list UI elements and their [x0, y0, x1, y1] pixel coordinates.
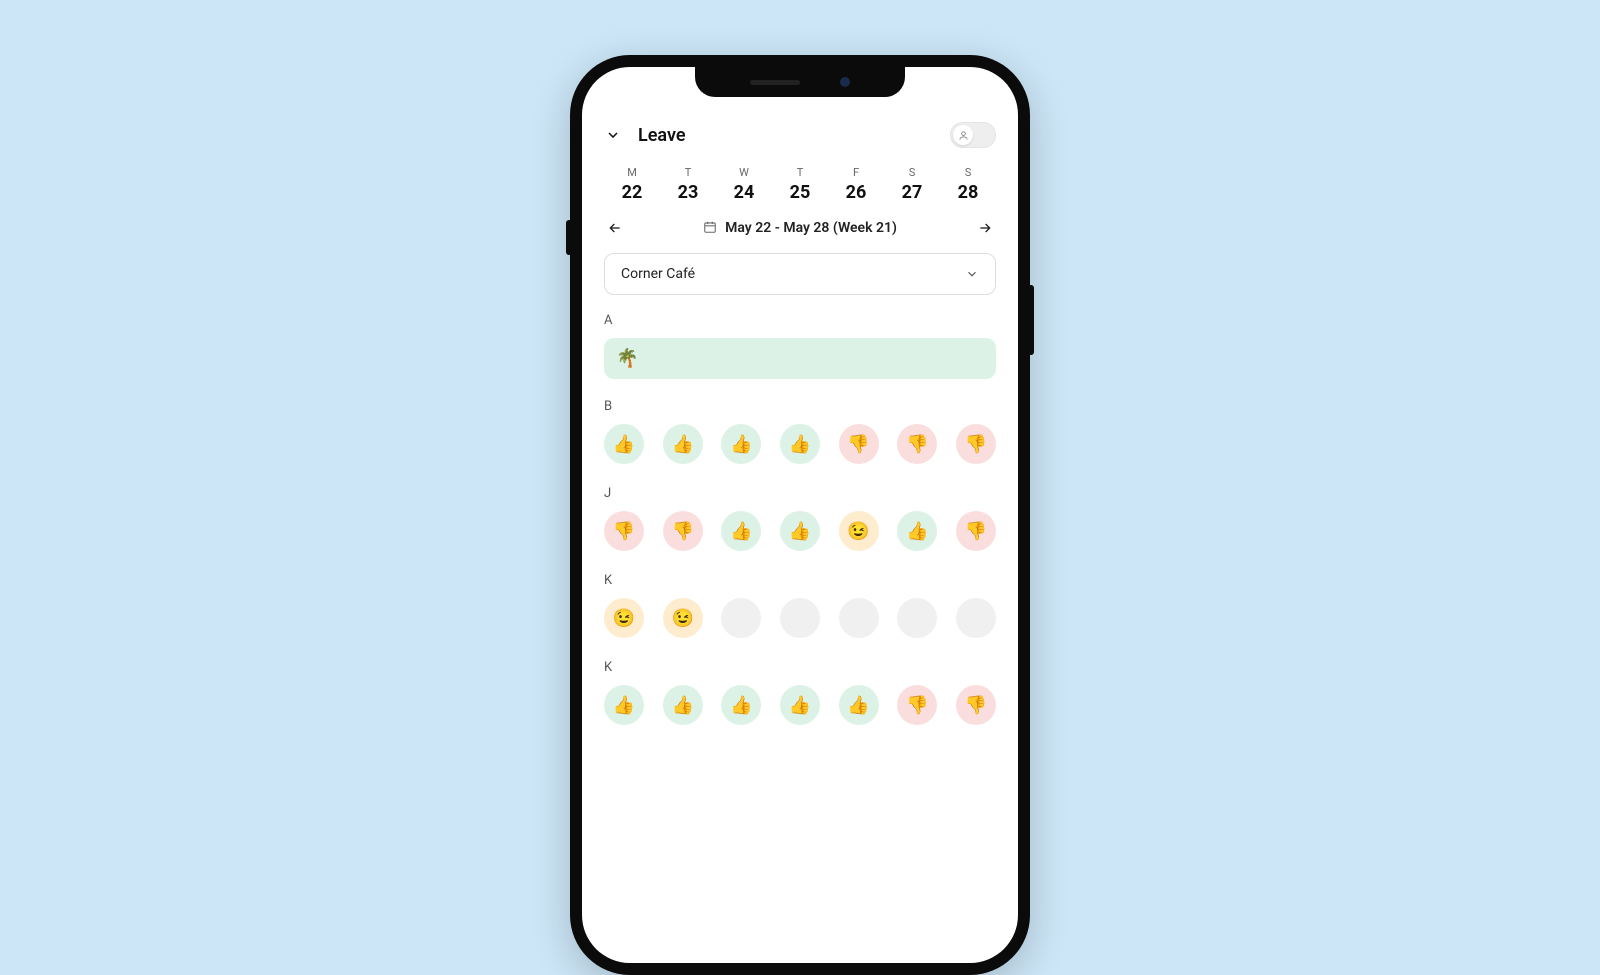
user-icon [953, 125, 973, 145]
status-wink[interactable]: 😉 [604, 598, 644, 638]
status-down[interactable]: 👎 [663, 511, 703, 551]
status-empty[interactable] [956, 598, 996, 638]
status-up[interactable]: 👍 [780, 511, 820, 551]
status-row: 👎 👎 👍 👍 😉 👍 👎 [604, 511, 996, 551]
status-up[interactable]: 👍 [839, 685, 879, 725]
status-up[interactable]: 👍 [780, 685, 820, 725]
status-down[interactable]: 👎 [897, 424, 937, 464]
day-letter: S [884, 166, 940, 179]
section-label: A [604, 313, 996, 328]
status-up[interactable]: 👍 [604, 685, 644, 725]
status-empty[interactable] [839, 598, 879, 638]
status-row: 👍 👍 👍 👍 👎 👎 👎 [604, 424, 996, 464]
status-down[interactable]: 👎 [956, 424, 996, 464]
day-number: 28 [940, 182, 996, 203]
section-label: B [604, 399, 996, 414]
day-column[interactable]: M 22 [604, 166, 660, 203]
day-number: 23 [660, 182, 716, 203]
status-up[interactable]: 👍 [897, 511, 937, 551]
status-up[interactable]: 👍 [663, 424, 703, 464]
calendar-icon [703, 219, 717, 238]
status-up[interactable]: 👍 [663, 685, 703, 725]
day-column[interactable]: F 26 [828, 166, 884, 203]
status-down[interactable]: 👎 [956, 511, 996, 551]
status-empty[interactable] [721, 598, 761, 638]
status-down[interactable]: 👎 [839, 424, 879, 464]
week-days-row: M22T23W24T25F26S27S28 [604, 166, 996, 203]
section-label: K [604, 660, 996, 675]
status-empty[interactable] [897, 598, 937, 638]
status-wink[interactable]: 😉 [839, 511, 879, 551]
day-letter: M [604, 166, 660, 179]
next-week-button[interactable] [974, 217, 996, 239]
status-up[interactable]: 👍 [604, 424, 644, 464]
day-letter: F [828, 166, 884, 179]
day-number: 27 [884, 182, 940, 203]
phone-notch [695, 67, 905, 97]
status-up[interactable]: 👍 [721, 685, 761, 725]
back-chevron-icon[interactable] [604, 126, 622, 144]
location-dropdown[interactable]: Corner Café [604, 253, 996, 295]
status-down[interactable]: 👎 [956, 685, 996, 725]
day-column[interactable]: T 25 [772, 166, 828, 203]
day-number: 26 [828, 182, 884, 203]
location-label: Corner Café [621, 266, 695, 282]
day-number: 25 [772, 182, 828, 203]
vacation-bar[interactable]: 🌴 [604, 338, 996, 379]
prev-week-button[interactable] [604, 217, 626, 239]
status-row: 😉😉 [604, 598, 996, 638]
phone-frame: Leave M22T23W24T25F26S27S28 May 2 [570, 55, 1030, 975]
status-empty[interactable] [780, 598, 820, 638]
section-label: J [604, 486, 996, 501]
status-up[interactable]: 👍 [780, 424, 820, 464]
day-column[interactable]: W 24 [716, 166, 772, 203]
status-row: 👍 👍 👍 👍 👍 👎 👎 [604, 685, 996, 725]
status-down[interactable]: 👎 [897, 685, 937, 725]
status-wink[interactable]: 😉 [663, 598, 703, 638]
day-letter: S [940, 166, 996, 179]
day-letter: T [772, 166, 828, 179]
status-up[interactable]: 👍 [721, 424, 761, 464]
chevron-down-icon [965, 267, 979, 281]
day-column[interactable]: S 27 [884, 166, 940, 203]
section-label: K [604, 573, 996, 588]
status-down[interactable]: 👎 [604, 511, 644, 551]
phone-screen: Leave M22T23W24T25F26S27S28 May 2 [582, 67, 1018, 963]
day-letter: T [660, 166, 716, 179]
day-column[interactable]: S 28 [940, 166, 996, 203]
page-title: Leave [638, 125, 686, 146]
day-number: 22 [604, 182, 660, 203]
day-column[interactable]: T 23 [660, 166, 716, 203]
week-range-label: May 22 - May 28 (Week 21) [725, 220, 897, 236]
day-number: 24 [716, 182, 772, 203]
user-toggle[interactable] [950, 122, 996, 148]
day-letter: W [716, 166, 772, 179]
status-up[interactable]: 👍 [721, 511, 761, 551]
